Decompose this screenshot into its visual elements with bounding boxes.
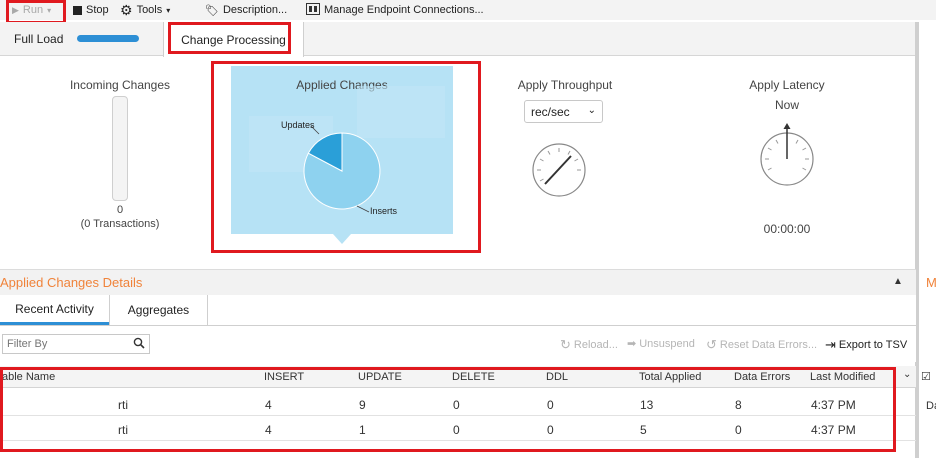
latency-dial: [760, 123, 814, 186]
throughput-unit-value: rec/sec: [531, 105, 570, 119]
cell-total-applied: 5: [640, 423, 647, 437]
throughput-unit-select[interactable]: rec/sec ⌄: [524, 100, 603, 123]
pie-label-inserts: Inserts: [370, 206, 398, 216]
side-panel-checkbox[interactable]: ☑: [921, 370, 931, 383]
tab-full-load[interactable]: Full Load: [14, 22, 63, 56]
export-tsv-label: Export to TSV: [838, 339, 908, 351]
chevron-up-icon[interactable]: ▲: [893, 276, 903, 287]
cell-data-errors: 0: [735, 423, 742, 437]
reset-data-errors-label: Reset Data Errors...: [719, 339, 818, 351]
unsuspend-label: Unsuspend: [639, 337, 695, 350]
stop-label: Stop: [86, 4, 109, 16]
cell-update: 9: [359, 398, 366, 412]
apply-throughput-title: Apply Throughput: [517, 78, 613, 92]
cell-update: 1: [359, 423, 366, 437]
throughput-dial: [532, 143, 586, 197]
cell-ddl: 0: [547, 423, 554, 437]
tools-button[interactable]: ⚙ Tools ▾: [120, 2, 170, 18]
run-label: Run: [22, 4, 44, 16]
cell-insert: 4: [265, 398, 272, 412]
details-header: Applied Changes Details ▲: [0, 269, 916, 295]
apply-latency-title: Apply Latency: [749, 78, 825, 92]
cell-delete: 0: [453, 423, 460, 437]
full-load-progress-bar: [77, 35, 139, 42]
cell-insert: 4: [265, 423, 272, 437]
column-header-data-errors[interactable]: Data Errors: [734, 371, 790, 383]
cell-table-name: rti: [118, 398, 128, 412]
tab-aggregates-label: Aggregates: [127, 303, 190, 317]
description-button[interactable]: 🏷 Description...: [205, 2, 287, 18]
stop-icon: [73, 5, 82, 15]
undo-icon: ↺: [706, 337, 717, 352]
reload-label: Reload...: [573, 339, 618, 351]
description-label: Description...: [222, 4, 288, 16]
reload-icon: ↻: [560, 337, 571, 352]
manage-endpoints-button[interactable]: Manage Endpoint Connections...: [306, 2, 484, 18]
side-panel-row: Da: [926, 400, 936, 412]
column-header-table-name[interactable]: able Name: [2, 371, 55, 383]
details-title: Applied Changes Details: [0, 275, 143, 290]
cell-ddl: 0: [547, 398, 554, 412]
cell-table-name: rti: [118, 423, 128, 437]
table-header: able Name INSERT UPDATE DELETE DDL Total…: [0, 366, 916, 388]
reload-button[interactable]: ↻ Reload...: [560, 337, 618, 353]
column-header-last-modified[interactable]: Last Modified: [810, 371, 875, 383]
column-header-ddl[interactable]: DDL: [546, 371, 568, 383]
side-panel-title: M: [926, 275, 936, 290]
export-icon: ⇥: [825, 337, 836, 352]
column-header-update[interactable]: UPDATE: [358, 371, 402, 383]
filter-input[interactable]: [2, 334, 150, 354]
column-header-total-applied[interactable]: Total Applied: [639, 371, 701, 383]
tab-aggregates[interactable]: Aggregates: [109, 295, 208, 325]
chevron-down-icon: ▾: [47, 5, 52, 15]
tab-strip: Full Load Change Processing: [0, 22, 916, 57]
incoming-changes-gauge: [112, 96, 128, 201]
toolbar: ▶ Run ▾ Stop ⚙ Tools ▾ 🏷 Description... …: [0, 0, 936, 20]
tab-change-processing[interactable]: Change Processing: [163, 22, 304, 57]
cell-total-applied: 13: [640, 398, 654, 412]
table-row[interactable]: rti 4 1 0 0 5 0 4:37 PM: [0, 417, 916, 441]
run-button[interactable]: ▶ Run ▾: [12, 2, 51, 18]
details-subtabs: Recent Activity Aggregates: [0, 295, 916, 326]
inserts-leader-line: [356, 205, 370, 213]
filter-bar: ↻ Reload... ➡ Unsuspend ↺ Reset Data Err…: [0, 326, 916, 362]
play-icon: ▶: [12, 4, 19, 15]
tab-change-processing-label: Change Processing: [181, 32, 286, 47]
latency-time: 00:00:00: [763, 222, 811, 236]
cell-data-errors: 8: [735, 398, 742, 412]
tab-full-load-label: Full Load: [14, 32, 64, 46]
column-header-delete[interactable]: DELETE: [452, 371, 495, 383]
selection-pointer: [333, 234, 351, 244]
chevron-down-icon[interactable]: ⌄: [903, 369, 911, 380]
incoming-changes-title: Incoming Changes: [69, 78, 171, 92]
cell-last-modified: 4:37 PM: [811, 423, 856, 437]
stop-button[interactable]: Stop: [73, 2, 109, 18]
apply-latency-subtitle: Now: [774, 98, 799, 112]
manage-endpoints-label: Manage Endpoint Connections...: [324, 4, 484, 16]
export-tsv-button[interactable]: ⇥ Export to TSV: [825, 337, 907, 353]
column-header-insert[interactable]: INSERT: [264, 371, 304, 383]
reset-data-errors-button[interactable]: ↺ Reset Data Errors...: [706, 337, 817, 353]
chevron-down-icon: ▾: [166, 5, 171, 15]
search-icon: [133, 337, 145, 352]
gear-icon: ⚙: [120, 1, 133, 18]
tools-label: Tools: [136, 4, 163, 16]
tab-recent-activity[interactable]: Recent Activity: [0, 295, 109, 325]
arrow-right-icon: ➡: [627, 338, 637, 350]
chevron-down-icon: ⌄: [587, 105, 596, 116]
tag-icon: 🏷: [205, 4, 219, 17]
tab-recent-activity-label: Recent Activity: [15, 301, 94, 316]
incoming-count: 0: [116, 204, 124, 216]
cell-delete: 0: [453, 398, 460, 412]
pie-label-updates: Updates: [281, 120, 315, 130]
side-panel: [919, 22, 936, 458]
endpoint-connections-icon: [306, 2, 320, 18]
cell-last-modified: 4:37 PM: [811, 398, 856, 412]
table-row[interactable]: rti 4 9 0 0 13 8 4:37 PM: [0, 392, 916, 416]
incoming-transactions: (0 Transactions): [80, 218, 160, 230]
applied-changes-pie: [249, 86, 445, 213]
unsuspend-button[interactable]: ➡ Unsuspend: [627, 337, 695, 351]
